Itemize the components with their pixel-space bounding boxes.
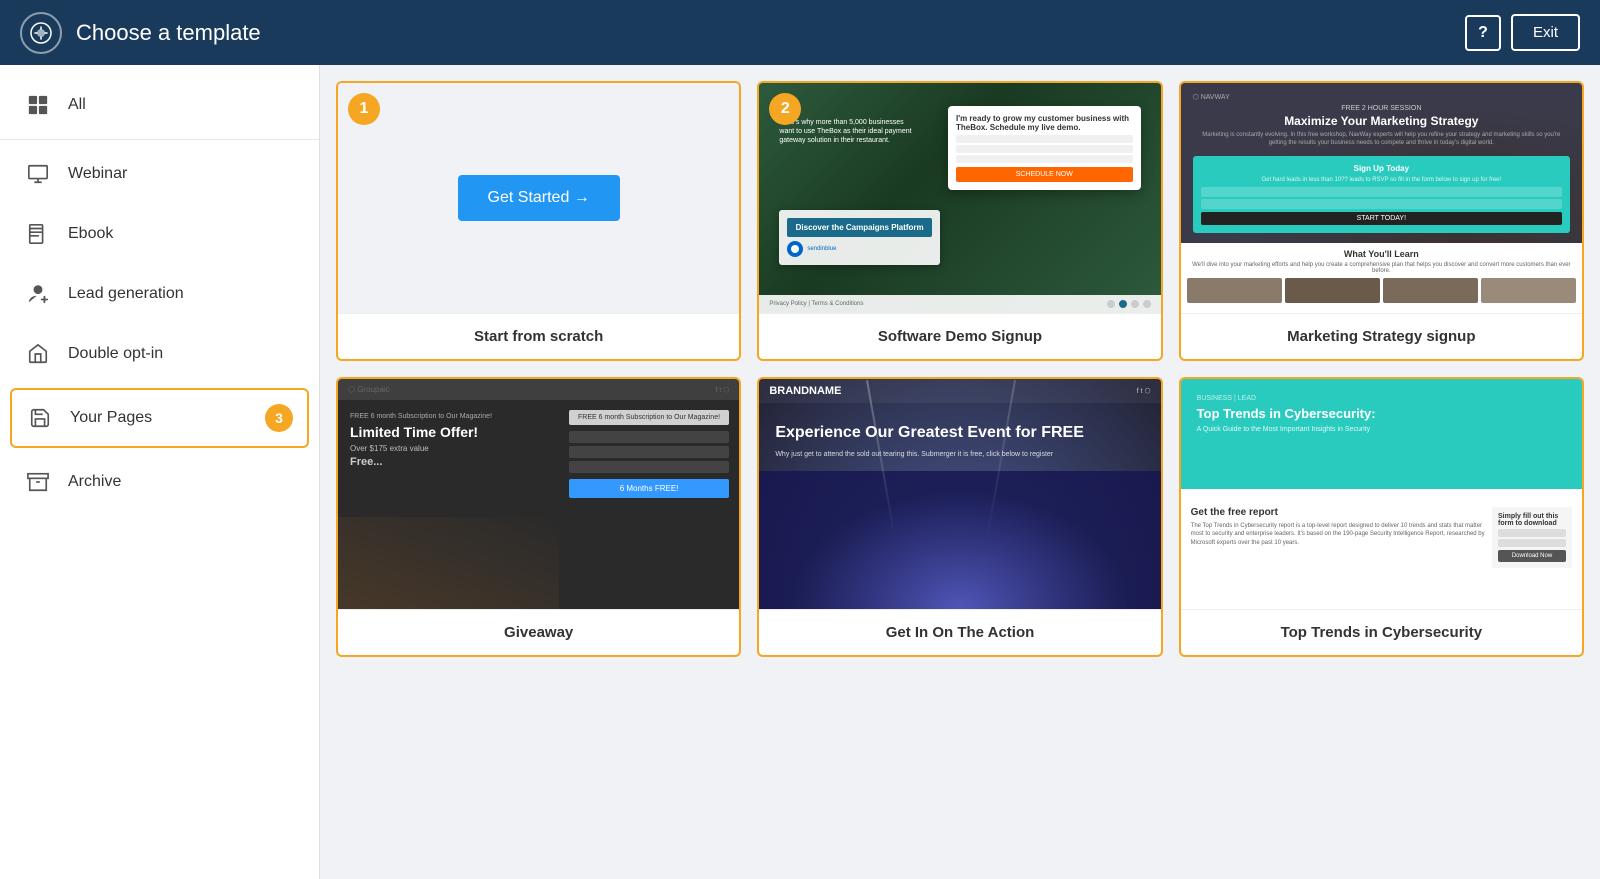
card-preview-marketing: ⬡ NAVWAY FREE 2 HOUR SESSION Maximize Yo… — [1181, 83, 1582, 313]
giveaway-header: ⬡ Groupaic f t ⬡ — [338, 379, 739, 400]
sidebar-item-lead-generation-label: Lead generation — [68, 285, 184, 303]
event-title: Experience Our Greatest Event for FREE — [775, 423, 1144, 442]
template-label-scratch: Start from scratch — [338, 313, 739, 359]
cyber-bottom: Get the free report The Top Trends in Cy… — [1181, 489, 1582, 609]
sidebar-item-double-opt-in[interactable]: Double opt-in — [0, 324, 319, 384]
grid-icon — [24, 91, 52, 119]
sidebar-item-archive-label: Archive — [68, 473, 121, 491]
cyber-report-text: The Top Trends in Cybersecurity report i… — [1191, 522, 1486, 547]
exit-button[interactable]: Exit — [1511, 14, 1580, 51]
header-left: Choose a template — [20, 12, 261, 54]
template-label-software-demo: Software Demo Signup — [759, 313, 1160, 359]
templates-grid: 1 Get Started → Start from scratch 2 — [336, 81, 1584, 657]
save-icon — [26, 404, 54, 432]
cyber-report-title: Get the free report — [1191, 507, 1486, 518]
sidebar-item-webinar-label: Webinar — [68, 165, 127, 183]
main-layout: All Webinar Ebook — [0, 65, 1600, 879]
cyber-download-title: Simply fill out this form to download — [1498, 513, 1566, 527]
template-card-scratch[interactable]: 1 Get Started → Start from scratch — [336, 81, 741, 361]
event-preview: BRANDNAME f t ⬡ Experience Our Greatest … — [759, 379, 1160, 609]
template-label-event: Get In On The Action — [759, 609, 1160, 655]
scratch-preview: Get Started → — [338, 83, 739, 313]
sidebar-item-ebook-label: Ebook — [68, 225, 113, 243]
person-add-icon — [24, 280, 52, 308]
sidebar-item-ebook[interactable]: Ebook — [0, 204, 319, 264]
card-preview-event: BRANDNAME f t ⬡ Experience Our Greatest … — [759, 379, 1160, 609]
inbox-icon — [24, 340, 52, 368]
demo-preview: Here's why more than 5,000 businesses wa… — [759, 83, 1160, 313]
event-social: f t ⬡ — [1137, 387, 1151, 395]
cyber-title: Top Trends in Cybersecurity: — [1197, 406, 1566, 422]
giveaway-logo: ⬡ Groupaic — [348, 385, 390, 394]
cyber-subtitle: A Quick Guide to the Most Important Insi… — [1197, 426, 1566, 433]
cyber-bottom-row: Get the free report The Top Trends in Cy… — [1191, 507, 1572, 568]
content-area: 1 Get Started → Start from scratch 2 — [320, 65, 1600, 879]
sidebar-item-lead-generation[interactable]: Lead generation — [0, 264, 319, 324]
template-label-cyber: Top Trends in Cybersecurity — [1181, 609, 1582, 655]
header-right: ? Exit — [1465, 14, 1580, 51]
your-pages-badge: 3 — [265, 404, 293, 432]
template-label-giveaway: Giveaway — [338, 609, 739, 655]
help-button[interactable]: ? — [1465, 15, 1501, 51]
sidebar-item-webinar[interactable]: Webinar — [0, 144, 319, 204]
card-preview-software-demo: 2 Here's why more than 5,000 businesses … — [759, 83, 1160, 313]
event-desc: Why just get to attend the sold out tear… — [775, 450, 1144, 460]
sidebar-item-archive[interactable]: Archive — [0, 452, 319, 512]
book-icon — [24, 220, 52, 248]
template-card-giveaway[interactable]: ⬡ Groupaic f t ⬡ FREE 6 month Subscripti… — [336, 377, 741, 657]
event-header: BRANDNAME f t ⬡ — [759, 379, 1160, 403]
event-brand: BRANDNAME — [769, 385, 841, 397]
template-label-marketing: Marketing Strategy signup — [1181, 313, 1582, 359]
sidebar-item-all-label: All — [68, 96, 86, 114]
event-body: Experience Our Greatest Event for FREE W… — [759, 403, 1160, 480]
logo-icon — [20, 12, 62, 54]
sidebar-item-double-opt-in-label: Double opt-in — [68, 345, 163, 363]
giveaway-social: f t ⬡ — [715, 386, 729, 394]
cyber-download-btn[interactable]: Download Now — [1498, 550, 1566, 562]
card-preview-cyber: BUSINESS | LEAD Top Trends in Cybersecur… — [1181, 379, 1582, 609]
monitor-icon — [24, 160, 52, 188]
template-card-software-demo[interactable]: 2 Here's why more than 5,000 businesses … — [757, 81, 1162, 361]
card-preview-scratch: 1 Get Started → — [338, 83, 739, 313]
giveaway-preview: ⬡ Groupaic f t ⬡ FREE 6 month Subscripti… — [338, 379, 739, 609]
sidebar-item-your-pages[interactable]: Your Pages 3 — [10, 388, 309, 448]
card-badge-1: 1 — [348, 93, 380, 125]
template-card-cyber[interactable]: BUSINESS | LEAD Top Trends in Cybersecur… — [1179, 377, 1584, 657]
sidebar-item-all[interactable]: All — [0, 75, 319, 135]
card-preview-giveaway: ⬡ Groupaic f t ⬡ FREE 6 month Subscripti… — [338, 379, 739, 609]
cyber-top: BUSINESS | LEAD Top Trends in Cybersecur… — [1181, 379, 1582, 489]
template-card-event[interactable]: BRANDNAME f t ⬡ Experience Our Greatest … — [757, 377, 1162, 657]
cyber-brand: BUSINESS | LEAD — [1197, 395, 1566, 402]
header: Choose a template ? Exit — [0, 0, 1600, 65]
divider-1 — [0, 139, 319, 140]
page-title: Choose a template — [76, 20, 261, 46]
sidebar-item-your-pages-label: Your Pages — [70, 409, 152, 427]
get-started-button[interactable]: Get Started → — [458, 175, 620, 221]
cyber-preview: BUSINESS | LEAD Top Trends in Cybersecur… — [1181, 379, 1582, 609]
sidebar: All Webinar Ebook — [0, 65, 320, 879]
archive-icon — [24, 468, 52, 496]
template-card-marketing[interactable]: ⬡ NAVWAY FREE 2 HOUR SESSION Maximize Yo… — [1179, 81, 1584, 361]
